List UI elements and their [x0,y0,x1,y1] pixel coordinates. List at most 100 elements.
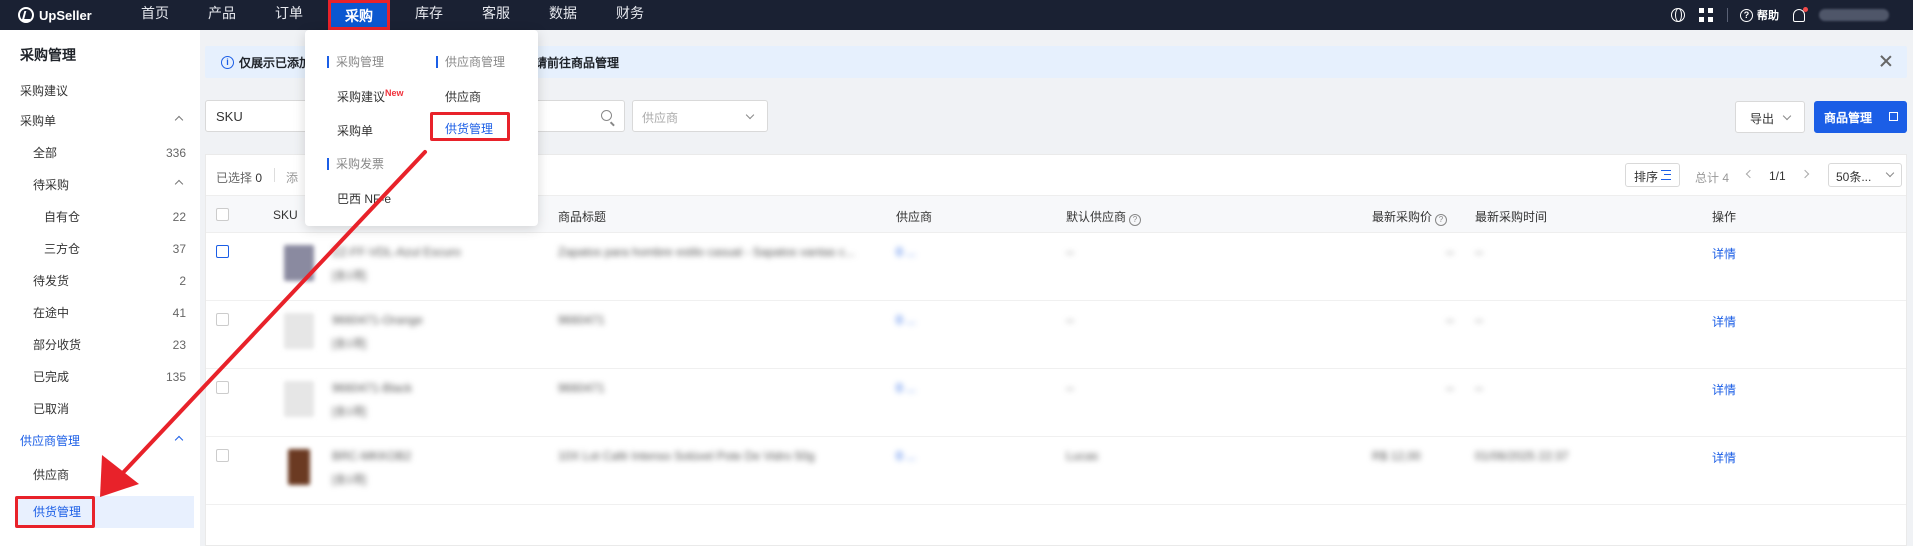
detail-link[interactable]: 详情 [1712,381,1736,398]
sidebar-item-pending-shipment[interactable]: 待发货 2 [0,265,194,297]
row-price: -- [1446,245,1454,259]
row-price: -- [1446,381,1454,395]
row-title: Zapatos para hombre estilo casual - Sapa… [558,245,855,259]
chevron-up-icon [174,115,184,125]
question-icon[interactable]: ? [1435,214,1448,226]
upseller-logo[interactable]: UpSeller [0,7,120,23]
next-page-icon[interactable] [1800,169,1810,179]
page-size-value: 50条... [1836,170,1872,184]
menu-group-purchase-management: 采购管理 [327,56,384,68]
sidebar-item-third-party-warehouse[interactable]: 三方仓 37 [0,233,194,265]
total-count: 总计 4 [1695,171,1730,185]
row-sku: ZZ-FF-VDL-Azul Escuro [332,245,461,259]
page-size-select[interactable]: 50条... [1828,163,1902,187]
close-icon[interactable] [1879,54,1893,68]
column-header-sku: SKU [273,208,298,222]
row-default-supplier: -- [1066,245,1074,259]
chevron-down-icon [745,110,755,120]
menu-item-supply-management[interactable]: 供货管理 [430,112,510,141]
sidebar-item-count: 22 [172,210,186,224]
sort-icon [1661,170,1671,180]
detail-link[interactable]: 详情 [1712,313,1736,330]
menu-item-purchase-orders[interactable]: 采购单 [337,122,373,139]
sidebar-item-completed[interactable]: 已完成 135 [0,361,194,393]
purchase-dropdown-menu: 采购管理 采购建议New 采购单 供应商管理 供应商 供货管理 采购发票 巴西 … [305,30,538,226]
sidebar-item-purchase-suggestions[interactable]: 采购建议 [0,75,194,107]
detail-link[interactable]: 详情 [1712,449,1736,466]
sidebar-item-all[interactable]: 全部 336 [0,137,194,169]
row-default-supplier: -- [1066,381,1074,395]
sku-filter-label: SKU [216,109,243,124]
add-button[interactable]: 添 [286,169,298,186]
prev-page-icon[interactable] [1745,169,1755,179]
sidebar-item-own-warehouse[interactable]: 自有仓 22 [0,201,194,233]
nav-item-purchase[interactable]: 采购 [328,0,390,30]
table-row: BRC-MKKOB2 [含1项] 10X Lot Café Intenso So… [206,437,1906,505]
column-header-action: 操作 [1712,210,1737,224]
sidebar-item-supplier-management[interactable]: 供应商管理 [0,425,194,457]
nav-item-customer-service[interactable]: 客服 [468,0,524,30]
sidebar-item-count: 41 [172,306,186,320]
detail-link[interactable]: 详情 [1712,245,1736,262]
nav-item-products[interactable]: 产品 [194,0,250,30]
sidebar-item-label: 已取消 [33,402,70,416]
nav-item-orders[interactable]: 订单 [261,0,317,30]
sort-label: 排序 [1634,170,1659,184]
column-header-supplier: 供应商 [896,210,933,224]
nav-item-home[interactable]: 首页 [127,0,183,30]
row-checkbox[interactable] [216,245,229,258]
sidebar-title: 采购管理 [20,47,76,63]
globe-icon[interactable] [1671,8,1685,22]
help-link[interactable]: ? 帮助 [1740,7,1779,23]
supplier-select[interactable]: 供应商 [632,100,768,132]
nav-item-finance[interactable]: 财务 [602,0,658,30]
nav-item-data[interactable]: 数据 [535,0,591,30]
bell-icon[interactable] [1793,6,1808,22]
sidebar-item-in-transit[interactable]: 在途中 41 [0,297,194,329]
row-title: 9660471 [558,381,605,395]
menu-item-brazil-nfe[interactable]: 巴西 NF-e [337,190,391,207]
question-icon[interactable]: ? [1129,214,1142,226]
column-header-label: 默认供应商 [1066,210,1127,224]
sidebar-item-count: 23 [172,338,186,352]
sidebar-item-purchase-orders[interactable]: 采购单 [0,105,194,137]
user-account[interactable] [1819,9,1889,21]
row-checkbox[interactable] [216,313,229,326]
sidebar-item-cancelled[interactable]: 已取消 [0,393,194,425]
product-thumbnail [284,381,314,417]
sidebar-item-label: 供应商 [33,468,70,482]
row-checkbox[interactable] [216,449,229,462]
menu-item-purchase-suggestions[interactable]: 采购建议New [337,88,404,105]
sidebar-item-count: 2 [179,274,186,288]
sidebar-item-count: 135 [165,370,186,384]
menu-group-purchase-invoices: 采购发票 [327,158,384,170]
search-icon[interactable] [601,110,612,121]
row-supplier: 0 ... [896,449,917,463]
apps-grid-icon[interactable] [1699,8,1713,22]
row-sku: 9660471-Black [332,381,413,395]
column-header-latest-price: 最新采购价? [1372,208,1448,226]
sort-button[interactable]: 排序 [1625,163,1680,187]
selected-label: 已选择 [216,171,253,185]
product-management-button[interactable]: 商品管理 [1814,101,1907,133]
table-row: ZZ-FF-VDL-Azul Escuro [含1项] Zapatos para… [206,233,1906,301]
row-sku-sub: [含1项] [332,474,367,486]
row-supplier: 0 ... [896,313,917,327]
logo-icon [18,7,34,23]
select-all-checkbox[interactable] [216,208,229,221]
nav-item-inventory[interactable]: 库存 [401,0,457,30]
supplier-placeholder: 供应商 [642,111,679,125]
nav-right: ? 帮助 [1657,0,1913,30]
sidebar-item-pending-purchase[interactable]: 待采购 [0,169,194,201]
row-time: -- [1475,313,1483,327]
product-thumbnail [288,449,310,485]
sidebar-item-partially-received[interactable]: 部分收货 23 [0,329,194,361]
row-supplier: 0 ... [896,245,917,259]
chevron-up-icon [174,179,184,189]
row-sku-sub: [含1项] [332,270,367,282]
menu-group-supplier-management: 供应商管理 [436,56,505,68]
row-checkbox[interactable] [216,381,229,394]
export-button[interactable]: 导出 [1735,101,1805,133]
menu-item-suppliers[interactable]: 供应商 [445,88,481,105]
sidebar-item-suppliers[interactable]: 供应商 [0,459,194,491]
